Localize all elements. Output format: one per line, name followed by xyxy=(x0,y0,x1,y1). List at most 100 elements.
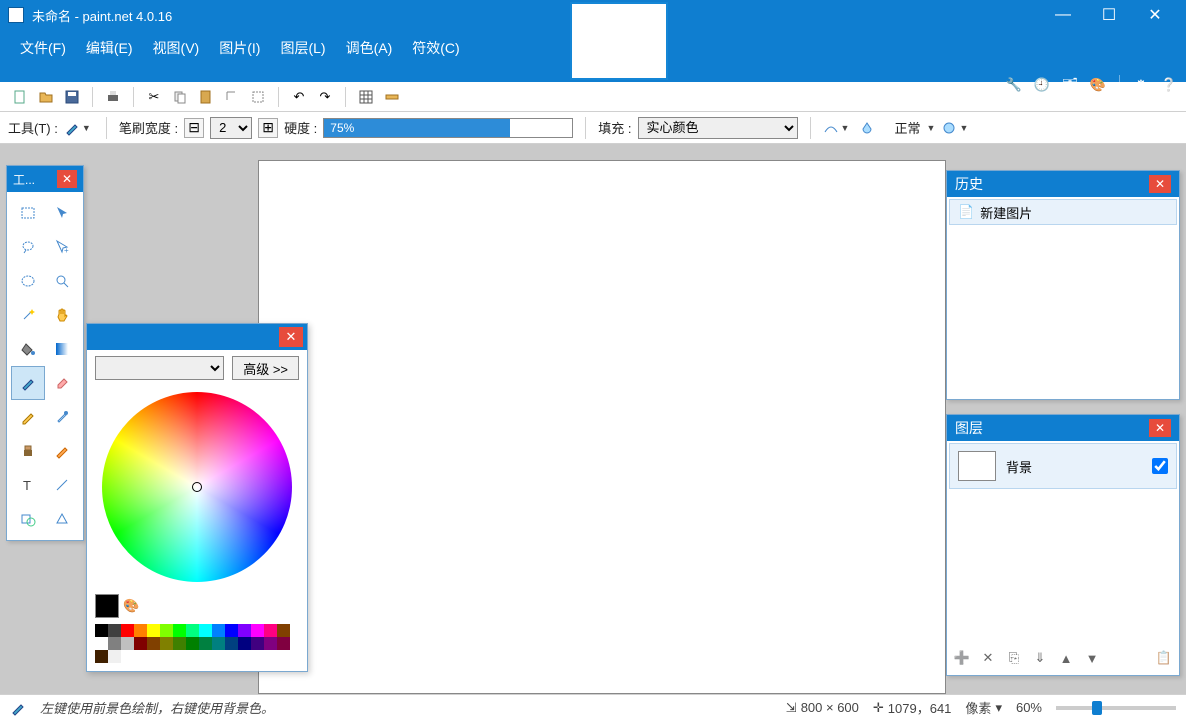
deselect-button[interactable] xyxy=(246,85,270,109)
paintbrush-tool[interactable] xyxy=(11,366,45,400)
zoom-slider[interactable] xyxy=(1056,706,1176,710)
palette-swatch[interactable] xyxy=(186,637,199,650)
palette-swatch[interactable] xyxy=(277,637,290,650)
layer-item[interactable]: 背景 xyxy=(949,443,1177,489)
rectangle-shape-tool[interactable] xyxy=(11,502,45,536)
palette-swatch[interactable] xyxy=(95,637,108,650)
new-file-button[interactable] xyxy=(8,85,32,109)
palette-swatch[interactable] xyxy=(251,624,264,637)
settings-icon[interactable]: ⚙ xyxy=(1130,74,1152,96)
document-thumbnail[interactable] xyxy=(570,2,668,80)
menu-item-4[interactable]: 图层(L) xyxy=(270,32,335,64)
gradient-tool[interactable] xyxy=(45,332,79,366)
layers-window-icon[interactable]: 🗂 xyxy=(1059,74,1081,96)
brush-width-decrease-button[interactable]: ⊟ xyxy=(184,118,204,138)
palette-swatch[interactable] xyxy=(212,624,225,637)
pan-tool[interactable] xyxy=(45,298,79,332)
palette-swatch[interactable] xyxy=(264,637,277,650)
copy-button[interactable] xyxy=(168,85,192,109)
clone-stamp-tool[interactable] xyxy=(11,434,45,468)
delete-layer-button[interactable]: ✕ xyxy=(977,647,999,669)
menu-item-2[interactable]: 视图(V) xyxy=(143,32,210,64)
palette-swatch[interactable] xyxy=(108,650,121,663)
merge-layer-button[interactable]: ⇓ xyxy=(1029,647,1051,669)
history-window-icon[interactable]: 🕘 xyxy=(1031,74,1053,96)
primary-color-swatch[interactable] xyxy=(95,594,119,618)
magic-wand-tool[interactable] xyxy=(11,298,45,332)
colors-panel-close-button[interactable]: ✕ xyxy=(279,327,303,347)
menu-item-5[interactable]: 调色(A) xyxy=(336,32,403,64)
fill-select[interactable]: 实心颜色 xyxy=(638,117,798,139)
text-tool[interactable]: T xyxy=(11,468,45,502)
palette-swatch[interactable] xyxy=(121,624,134,637)
palette-swatch[interactable] xyxy=(199,624,212,637)
brush-width-input[interactable]: 2 xyxy=(210,117,252,139)
tools-panel-close-button[interactable]: ✕ xyxy=(57,170,77,188)
palette-swatch[interactable] xyxy=(95,650,108,663)
line-tool[interactable] xyxy=(45,468,79,502)
zoom-slider-thumb[interactable] xyxy=(1092,701,1102,715)
palette-swatch[interactable] xyxy=(147,624,160,637)
alpha-blend-toggle[interactable] xyxy=(859,117,889,139)
palette-swatch[interactable] xyxy=(160,624,173,637)
menu-item-0[interactable]: 文件(F) xyxy=(10,32,76,64)
color-picker-tool[interactable] xyxy=(45,400,79,434)
palette-swatch[interactable] xyxy=(238,624,251,637)
color-mode-select[interactable] xyxy=(95,356,224,380)
save-file-button[interactable] xyxy=(60,85,84,109)
canvas[interactable] xyxy=(258,160,946,694)
palette-swatch[interactable] xyxy=(225,637,238,650)
palette-swatch[interactable] xyxy=(95,624,108,637)
blend-mode-dropdown[interactable]: ▼ xyxy=(927,123,936,133)
move-layer-down-button[interactable]: ▼ xyxy=(1081,647,1103,669)
paste-button[interactable] xyxy=(194,85,218,109)
palette-swatch[interactable] xyxy=(134,637,147,650)
layers-panel-close-button[interactable]: ✕ xyxy=(1149,419,1171,437)
palette-swatch[interactable] xyxy=(108,637,121,650)
zoom-tool[interactable] xyxy=(45,264,79,298)
print-button[interactable] xyxy=(101,85,125,109)
move-selection-tool[interactable] xyxy=(45,196,79,230)
crop-selection-button[interactable] xyxy=(220,85,244,109)
history-panel-close-button[interactable]: ✕ xyxy=(1149,175,1171,193)
window-minimize-button[interactable]: — xyxy=(1040,0,1086,30)
tool-picker[interactable]: ▼ xyxy=(64,117,94,139)
lasso-select-tool[interactable] xyxy=(11,230,45,264)
palette-swatch[interactable] xyxy=(173,624,186,637)
menu-item-6[interactable]: 符效(C) xyxy=(402,32,469,64)
menu-item-3[interactable]: 图片(I) xyxy=(209,32,270,64)
tools-window-icon[interactable]: 🔧 xyxy=(1003,74,1025,96)
help-icon[interactable]: ❔ xyxy=(1158,74,1180,96)
eraser-tool[interactable] xyxy=(45,366,79,400)
ruler-button[interactable] xyxy=(380,85,404,109)
palette-swatch[interactable] xyxy=(199,637,212,650)
duplicate-layer-button[interactable]: ⎘ xyxy=(1003,647,1025,669)
colors-window-icon[interactable]: 🎨 xyxy=(1087,74,1109,96)
add-color-icon[interactable]: 🎨 xyxy=(123,598,139,614)
palette-swatch[interactable] xyxy=(225,624,238,637)
menu-item-1[interactable]: 编辑(E) xyxy=(76,32,143,64)
palette-swatch[interactable] xyxy=(173,637,186,650)
window-maximize-button[interactable]: ☐ xyxy=(1086,0,1132,30)
window-close-button[interactable]: ✕ xyxy=(1132,0,1178,30)
palette-swatch[interactable] xyxy=(121,637,134,650)
recolor-tool[interactable] xyxy=(45,434,79,468)
color-wheel[interactable] xyxy=(102,392,292,582)
hardness-slider[interactable]: 75% xyxy=(323,118,573,138)
undo-button[interactable]: ↶ xyxy=(287,85,311,109)
palette-swatch[interactable] xyxy=(212,637,225,650)
move-layer-up-button[interactable]: ▲ xyxy=(1055,647,1077,669)
unit-segment[interactable]: 像素 ▾ xyxy=(965,698,1002,717)
palette-swatch[interactable] xyxy=(160,637,173,650)
palette-swatch[interactable] xyxy=(134,624,147,637)
palette-swatch[interactable] xyxy=(186,624,199,637)
antialias-toggle[interactable]: ▼ xyxy=(823,117,853,139)
pencil-tool[interactable] xyxy=(11,400,45,434)
grid-button[interactable] xyxy=(354,85,378,109)
cut-button[interactable]: ✂ xyxy=(142,85,166,109)
palette-swatch[interactable] xyxy=(108,624,121,637)
palette-swatch[interactable] xyxy=(264,624,277,637)
paint-bucket-tool[interactable] xyxy=(11,332,45,366)
ellipse-select-tool[interactable] xyxy=(11,264,45,298)
advanced-colors-button[interactable]: 高级 >> xyxy=(232,356,299,380)
